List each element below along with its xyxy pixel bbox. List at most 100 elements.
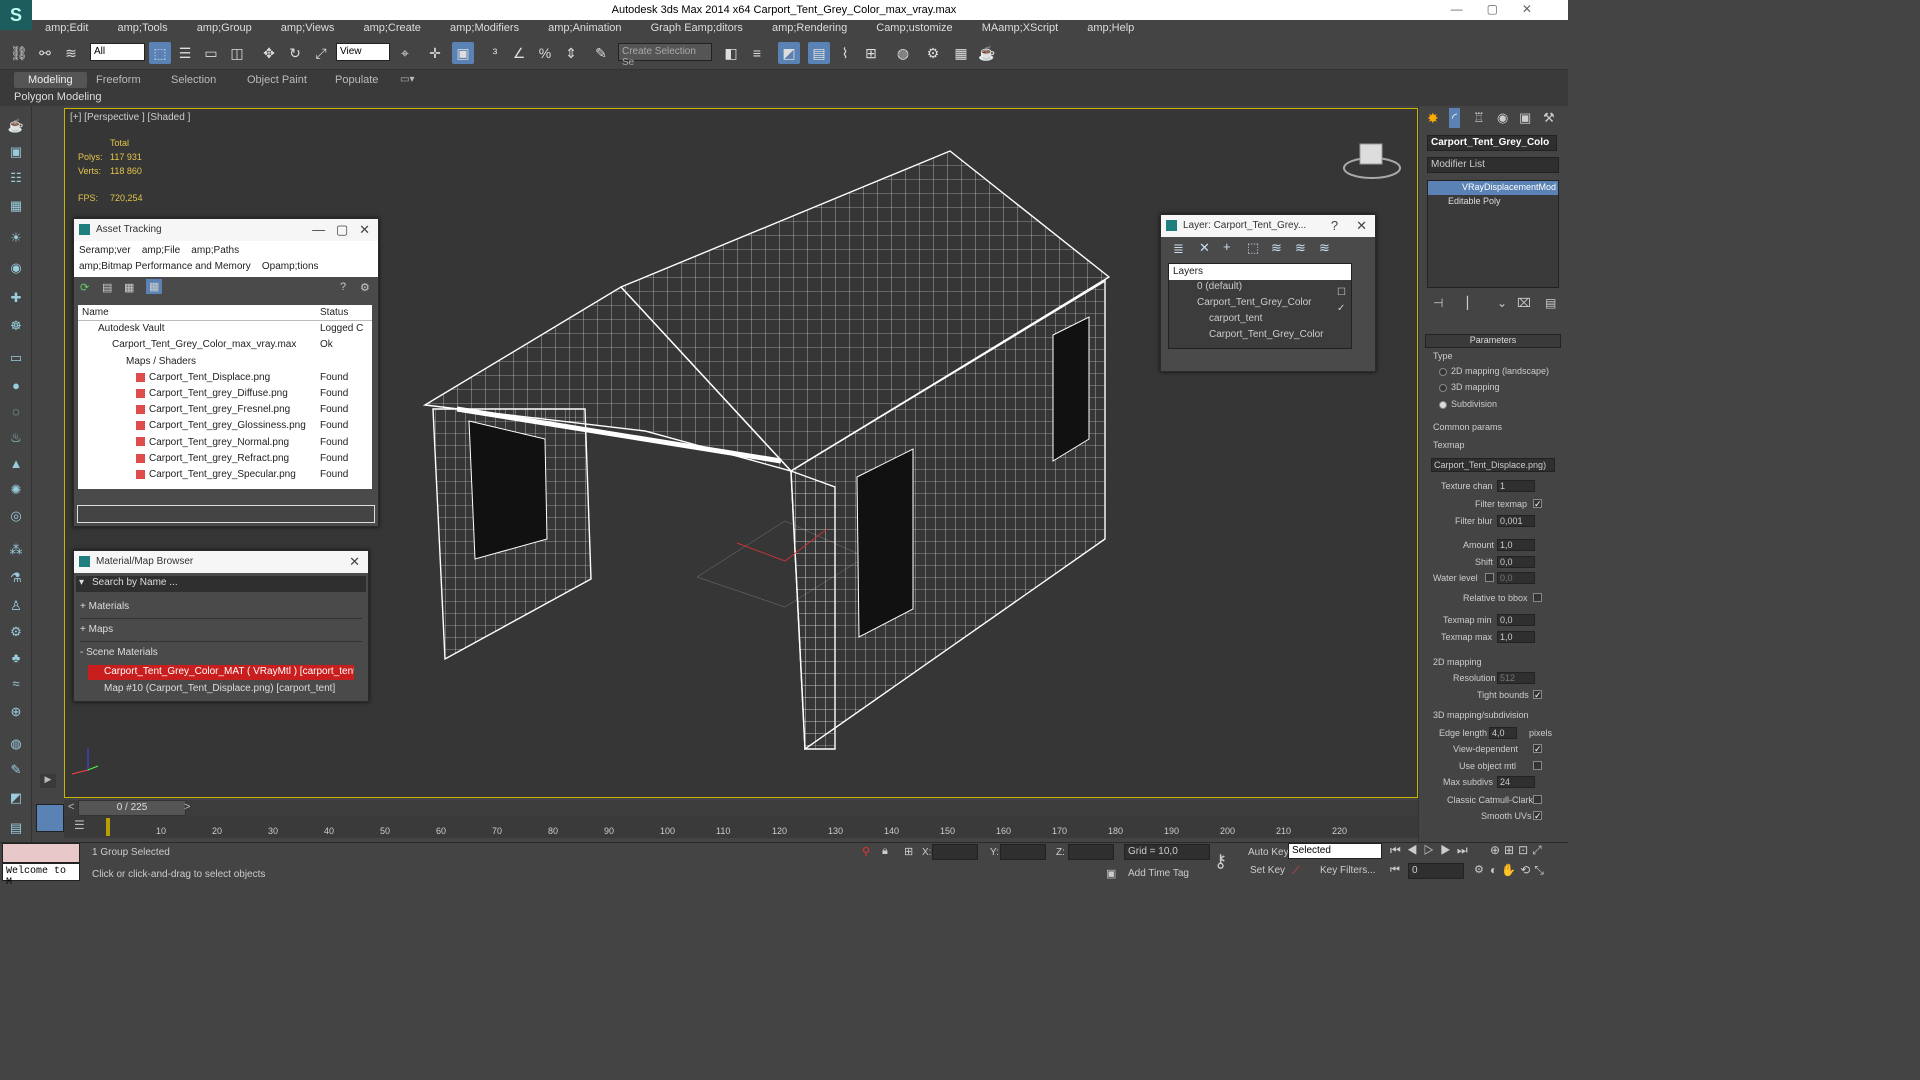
y-coord-field[interactable] — [1000, 844, 1046, 860]
time-slider[interactable]: < 0 / 225 > — [64, 800, 1418, 816]
filter-blur-spinner[interactable]: 0,001 — [1497, 515, 1535, 527]
table-row[interactable]: Carport_Tent_grey_Normal.png Found — [78, 435, 372, 451]
table-row[interactable]: Carport_Tent_grey_Diffuse.png Found — [78, 386, 372, 402]
parameters-rollout[interactable]: Parameters — [1425, 334, 1561, 348]
angle-snap-icon[interactable]: ∠ — [508, 42, 530, 64]
resolution-spinner[interactable]: 512 — [1497, 672, 1535, 684]
viewcube[interactable] — [1342, 138, 1402, 182]
max-subdivs-spinner[interactable]: 24 — [1497, 776, 1535, 788]
menu-file[interactable]: amp;File — [142, 245, 180, 256]
smooth-uvs-checkbox[interactable]: ✓ — [1533, 811, 1542, 821]
table-row[interactable]: Carport_Tent_grey_Specular.png Found — [78, 467, 372, 483]
scale-icon[interactable]: ⤢ — [310, 42, 332, 64]
motion-tab-icon[interactable]: ◉ — [1497, 110, 1508, 126]
material-search-input[interactable]: ▾ Search by Name ... — [76, 576, 366, 592]
align-icon[interactable]: ≡ — [746, 42, 768, 64]
time-tag-icon[interactable]: ▣ — [1106, 867, 1116, 880]
relative-bbox-checkbox[interactable] — [1533, 593, 1542, 602]
settings-icon[interactable]: ⚙ — [6, 622, 26, 642]
maxscript-input[interactable]: Welcome to M — [2, 863, 80, 888]
show-end-result-icon[interactable]: ▏ — [1467, 296, 1476, 310]
water-level-spinner[interactable]: 0,0 — [1497, 572, 1535, 584]
table-row[interactable]: Carport_Tent_Displace.png Found — [78, 370, 372, 386]
texmap-max-spinner[interactable]: 1,0 — [1497, 631, 1535, 643]
type-subdivision-radio[interactable] — [1439, 401, 1447, 409]
close-icon[interactable]: — ▢ ✕ — [312, 222, 370, 238]
table-row[interactable]: Carport_Tent_Grey_Color_max_vray.max Ok — [78, 337, 372, 353]
key-filters-button[interactable]: Key Filters... — [1320, 865, 1376, 876]
light-icon[interactable]: ☀ — [6, 228, 26, 248]
table-row[interactable]: Carport_Tent_grey_Refract.png Found — [78, 451, 372, 467]
texmap-button[interactable]: Carport_Tent_Displace.png) — [1431, 458, 1555, 472]
hide-all-icon[interactable]: ≋ — [1295, 240, 1306, 256]
asset-path-field[interactable] — [77, 505, 375, 523]
mirror-icon[interactable]: ◧ — [720, 42, 742, 64]
snap-3d-icon[interactable]: ³ — [484, 42, 506, 64]
list-icon[interactable]: ☷ — [6, 168, 26, 188]
time-config-icon[interactable]: ⚙ — [1474, 863, 1484, 876]
tab-modeling[interactable]: Modeling — [14, 72, 87, 88]
app-logo-button[interactable]: S — [0, 0, 32, 30]
view-dependent-checkbox[interactable]: ✓ — [1533, 744, 1542, 754]
torus-icon[interactable]: ◎ — [6, 506, 26, 526]
hierarchy-tab-icon[interactable]: ♖ — [1473, 110, 1485, 126]
layer-manager-icon[interactable]: ◩ — [778, 42, 800, 64]
polygon-modeling-label[interactable]: Polygon Modeling — [14, 91, 101, 103]
tab-freeform[interactable]: Freeform — [96, 74, 141, 86]
camera-icon[interactable]: ◉ — [6, 258, 26, 278]
tab-selection[interactable]: Selection — [171, 74, 216, 86]
helper-icon[interactable]: ✚ — [6, 288, 26, 308]
layer-item[interactable]: Carport_Tent_Grey_Color — [1169, 328, 1351, 344]
make-unique-icon[interactable]: ⌄ — [1497, 296, 1507, 310]
freeze-all-icon[interactable]: ≋ — [1319, 240, 1330, 256]
menu-edit[interactable]: amp;Edit — [45, 22, 88, 34]
menu-bitmap-perf[interactable]: amp;Bitmap Performance and Memory — [79, 261, 251, 272]
plane-icon[interactable]: ▭ — [6, 348, 26, 368]
scene-map-item[interactable]: Map #10 (Carport_Tent_Displace.png) [car… — [88, 682, 354, 697]
key-icon[interactable]: ⚷ — [1214, 851, 1227, 872]
scene-material-item[interactable]: Carport_Tent_Grey_Color_MAT ( VRayMtl ) … — [88, 665, 354, 680]
prev-frame-icon[interactable]: < — [68, 801, 74, 813]
spinner-snap-icon[interactable]: ⇕ — [560, 42, 582, 64]
utilities-tab-icon[interactable]: ⚒ — [1543, 110, 1555, 126]
layer-item[interactable]: carport_tent — [1169, 312, 1351, 328]
viewport-nav-controls[interactable]: ⊕⊞⊡⤢ — [1490, 843, 1546, 858]
object-name-field[interactable]: Carport_Tent_Grey_Colo — [1427, 135, 1557, 151]
grid-view-icon[interactable]: ▦ — [146, 279, 163, 294]
texture-chan-spinner[interactable]: 1 — [1497, 480, 1535, 492]
settings-icon[interactable]: ⚙ — [360, 281, 370, 294]
col-name-header[interactable]: Name — [82, 305, 109, 321]
schematic-view-icon[interactable]: ⊞ — [860, 42, 882, 64]
edge-length-spinner[interactable]: 4,0 — [1489, 727, 1517, 739]
menu-animation[interactable]: amp;Animation — [548, 22, 621, 34]
table-view-icon[interactable]: ▦ — [124, 281, 134, 294]
grid-icon[interactable]: ▦ — [6, 196, 26, 216]
layers-header[interactable]: Layers — [1169, 264, 1351, 280]
stack-item-vraydisplacement[interactable]: VRayDisplacementMod — [1428, 181, 1558, 195]
geosphere-icon[interactable]: ◌ — [6, 402, 26, 422]
teapot-primitive-icon[interactable]: ♨ — [6, 428, 26, 448]
render-icon[interactable]: ▣ — [6, 142, 26, 162]
shift-spinner[interactable]: 0,0 — [1497, 556, 1535, 568]
add-time-tag-label[interactable]: Add Time Tag — [1128, 868, 1189, 879]
viewport-layout-icon[interactable] — [36, 804, 64, 832]
menu-tools[interactable]: amp;Tools — [117, 22, 167, 34]
tab-populate[interactable]: Populate — [335, 74, 378, 86]
pivot-tool-icon[interactable]: ⊕ — [6, 702, 26, 722]
table-row[interactable]: Maps / Shaders — [78, 354, 372, 370]
group-maps[interactable]: + Maps — [80, 619, 362, 642]
layer-item[interactable]: Carport_Tent_Grey_Color — [1169, 296, 1351, 312]
percent-snap-icon[interactable]: % — [534, 42, 556, 64]
modify-tab-icon[interactable]: ◜ — [1449, 108, 1461, 128]
hair-icon[interactable]: ≈ — [6, 674, 26, 694]
lock-selection-icon[interactable]: 🔒︎ — [882, 845, 888, 858]
move-icon[interactable]: ✥ — [258, 42, 280, 64]
menu-options[interactable]: Opamp;tions — [262, 261, 319, 272]
create-tab-icon[interactable]: ✸ — [1427, 110, 1439, 127]
stack-item-editable-poly[interactable]: Editable Poly — [1428, 195, 1558, 209]
sun-icon[interactable]: ✺ — [6, 480, 26, 500]
menu-rendering[interactable]: amp;Rendering — [772, 22, 847, 34]
modifier-list-dropdown[interactable]: Modifier List — [1427, 157, 1559, 173]
display-tab-icon[interactable]: ▣ — [1519, 110, 1531, 126]
spacewarp-icon[interactable]: ☸ — [6, 316, 26, 336]
